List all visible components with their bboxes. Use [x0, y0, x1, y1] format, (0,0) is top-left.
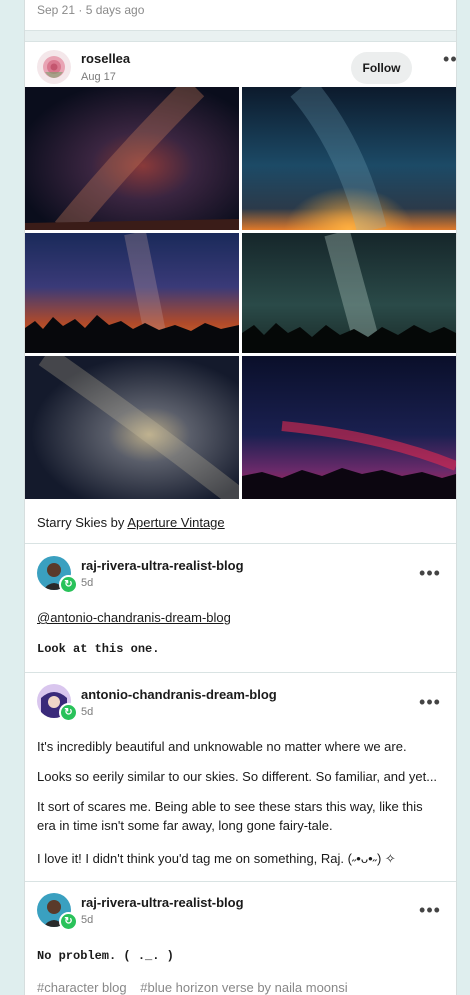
mention-link[interactable]: @antonio-chandranis-dream-blog	[37, 610, 231, 625]
gallery-image-milky-way-treeline-sunset[interactable]	[25, 233, 239, 353]
reblog-icon: ↻	[59, 703, 78, 722]
reblog-paragraph: Looks so eerily similar to our skies. So…	[37, 769, 438, 784]
reblog-entry: ↻ raj-rivera-ultra-realist-blog 5d ••• @…	[25, 544, 456, 672]
caption-link[interactable]: Aperture Vintage	[127, 515, 224, 530]
gallery-image-milky-way-red-glow[interactable]	[25, 87, 239, 230]
reblog-author[interactable]: raj-rivera-ultra-realist-blog	[81, 558, 244, 573]
more-options-icon[interactable]: •••	[418, 693, 442, 711]
caption-text: Starry Skies by	[37, 515, 128, 530]
reblog-icon: ↻	[59, 575, 78, 594]
reblog-entry: ↻ raj-rivera-ultra-realist-blog 5d ••• N…	[25, 882, 456, 995]
reblog-entry: ↻ antonio-chandranis-dream-blog 5d ••• I…	[25, 673, 456, 881]
tag-list: #character blog #blue horizon verse by n…	[37, 980, 358, 995]
reblog-icon: ↻	[59, 912, 78, 931]
post-card: Sep 21 · 5 days ago rosellea Aug 17 Foll…	[24, 0, 457, 995]
avatar[interactable]	[37, 50, 71, 84]
post-header: rosellea Aug 17 Follow •••	[25, 40, 456, 88]
reblog-time: 5d	[81, 577, 94, 589]
post-author[interactable]: rosellea	[81, 51, 130, 66]
tag[interactable]: #character blog	[37, 980, 127, 995]
tag[interactable]: #blue horizon verse by naila moonsi	[140, 980, 347, 995]
reblog-time: 5d	[81, 706, 94, 718]
gallery-image-red-aurora-sky[interactable]	[242, 356, 456, 499]
post-caption: Starry Skies by Aperture Vintage	[37, 515, 225, 530]
reblog-author[interactable]: antonio-chandranis-dream-blog	[81, 687, 277, 702]
more-options-icon[interactable]: •••	[442, 50, 456, 68]
reblog-paragraph: It sort of scares me. Being able to see …	[37, 799, 423, 833]
reblog-author[interactable]: raj-rivera-ultra-realist-blog	[81, 895, 244, 910]
reblog-paragraph: It's incredibly beautiful and unknowable…	[37, 739, 407, 754]
gallery-image-milky-way-dense-stars[interactable]	[25, 356, 239, 499]
more-options-icon[interactable]: •••	[418, 901, 442, 919]
reblog-text: Look at this one.	[37, 642, 160, 656]
previous-post-date: Sep 21 · 5 days ago	[37, 3, 145, 17]
reblog-text: No problem. ( ._. )	[37, 949, 174, 963]
reblog-paragraph: I love it! I didn't think you'd tag me o…	[37, 851, 396, 866]
gallery-image-milky-way-green-treeline[interactable]	[242, 233, 456, 353]
post-date[interactable]: Aug 17	[81, 71, 116, 83]
follow-button[interactable]: Follow	[351, 52, 412, 84]
more-options-icon[interactable]: •••	[418, 564, 442, 582]
reblog-time: 5d	[81, 914, 94, 926]
gallery-image-milky-way-orange-horizon[interactable]	[242, 87, 456, 230]
